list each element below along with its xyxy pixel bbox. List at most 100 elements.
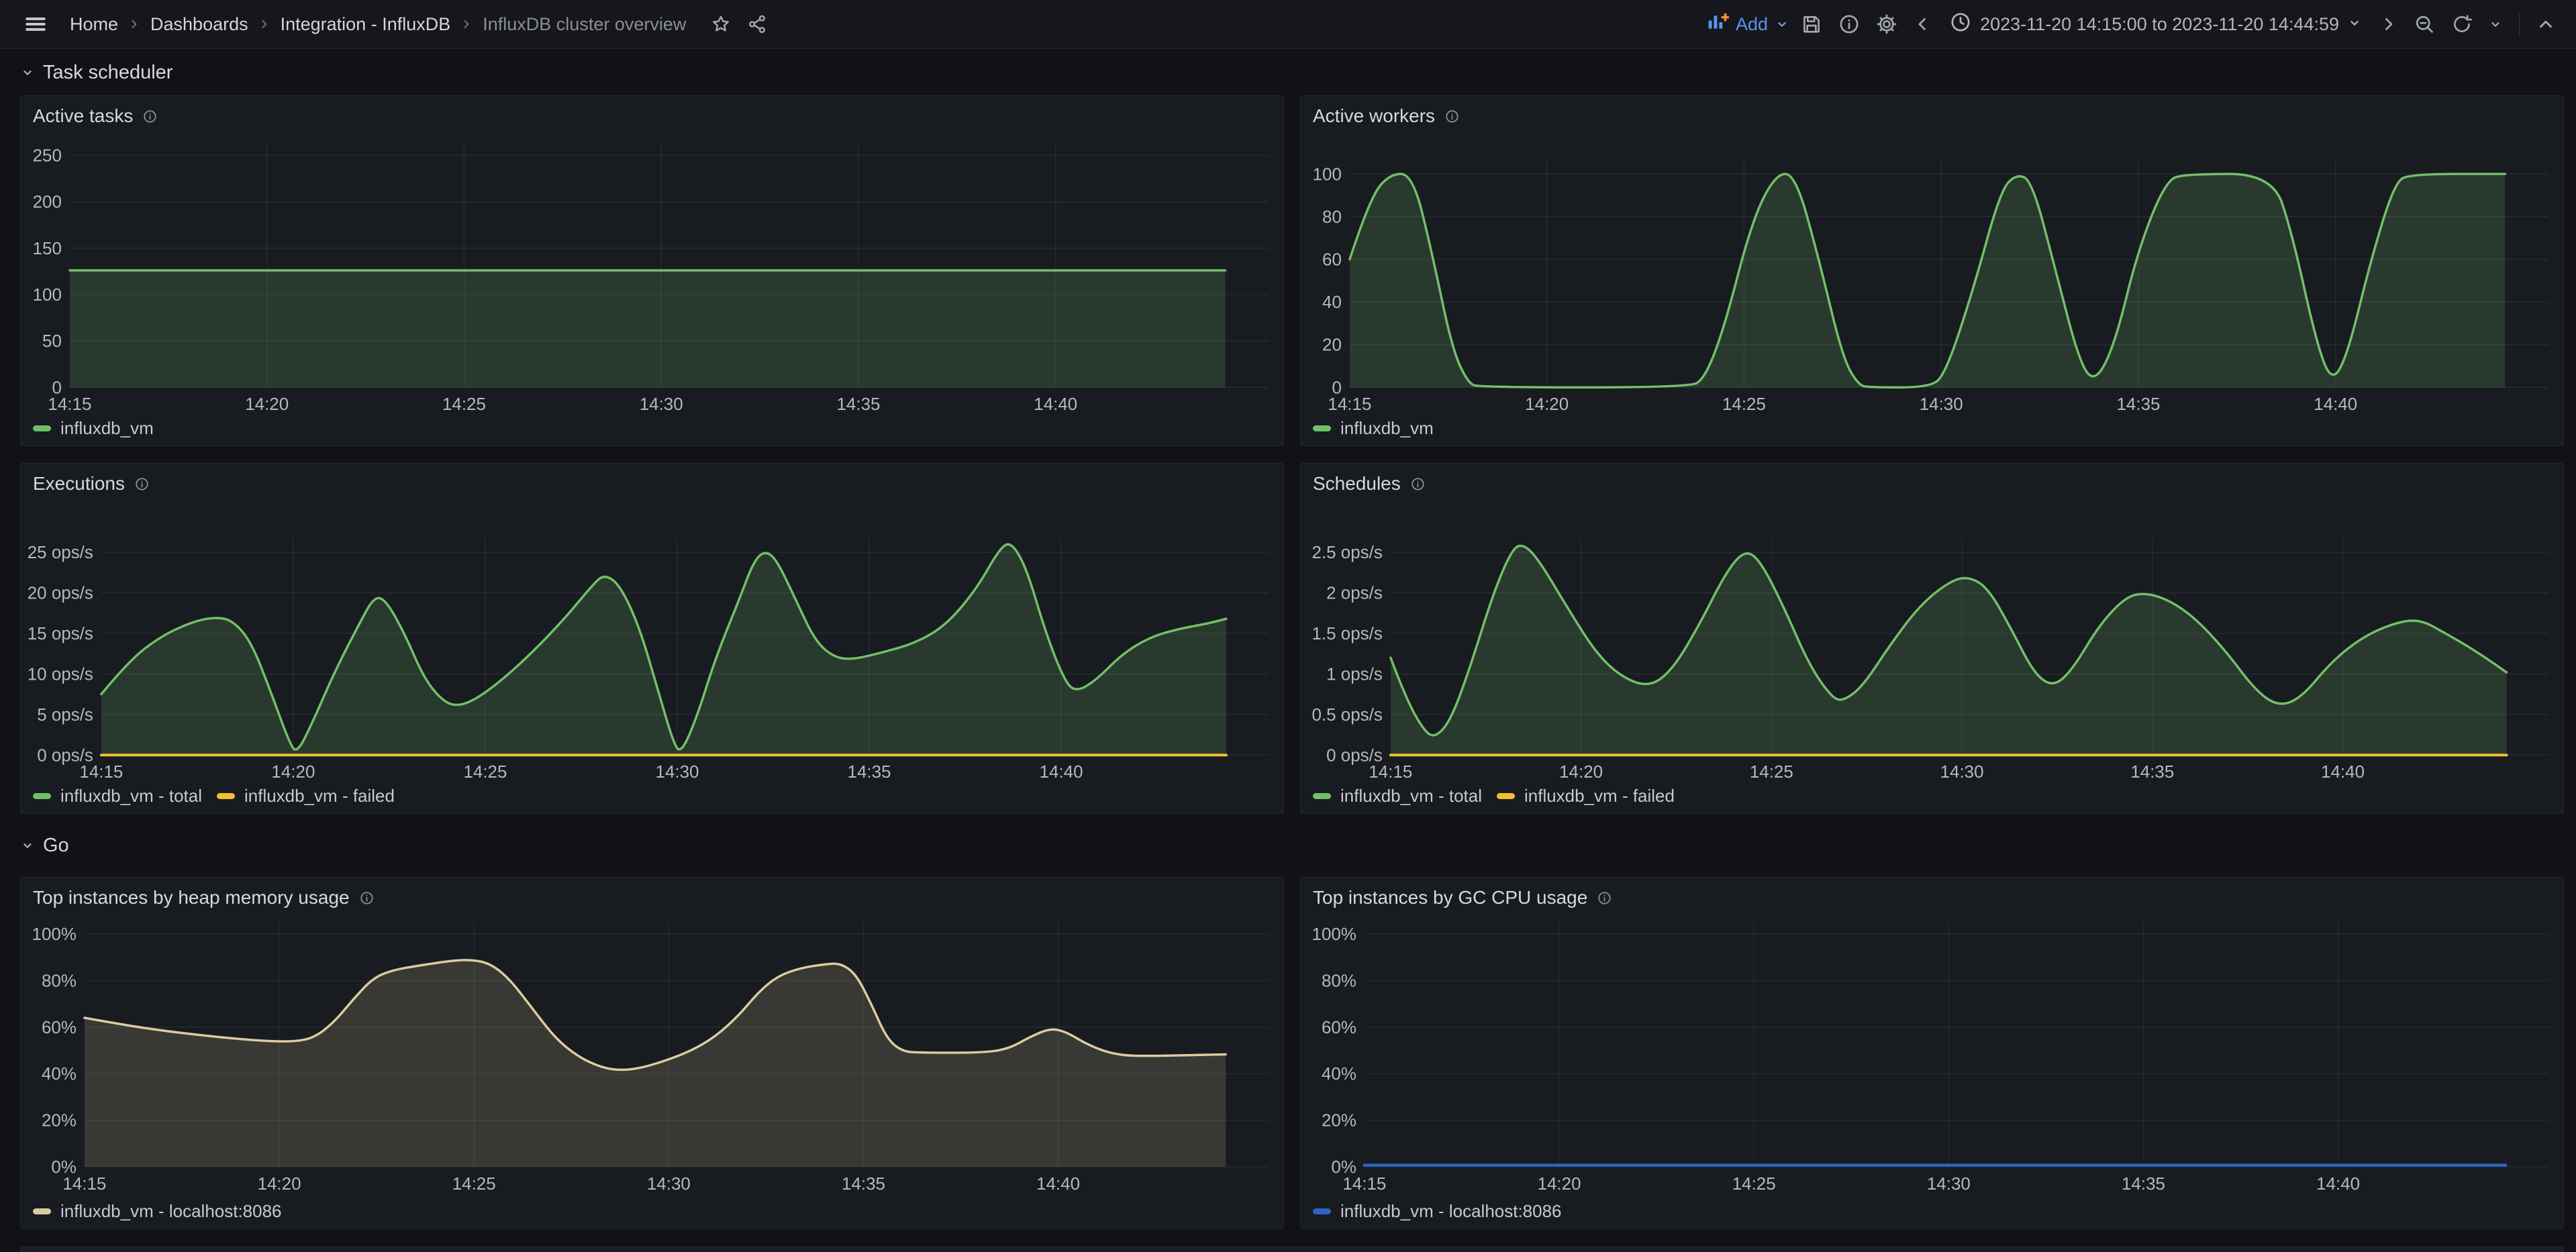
panel-header[interactable]: Schedules (1313, 473, 1426, 494)
svg-text:14:20: 14:20 (245, 395, 289, 414)
info-circle-icon[interactable] (134, 476, 150, 492)
legend-series-marker (1313, 793, 1331, 799)
legend-item[interactable]: influxdb_vm - failed (217, 786, 395, 806)
svg-text:14:30: 14:30 (640, 395, 683, 414)
star-icon[interactable] (706, 9, 736, 39)
svg-text:20%: 20% (1322, 1110, 1356, 1131)
legend-item[interactable]: influxdb_vm - localhost:8086 (1313, 1201, 1562, 1222)
svg-text:14:30: 14:30 (656, 763, 699, 782)
svg-text:14:20: 14:20 (1525, 395, 1569, 414)
legend-series-label: influxdb_vm (1340, 418, 1434, 439)
chevron-right-icon (460, 17, 473, 31)
legend-item[interactable]: influxdb_vm - total (1313, 786, 1482, 806)
chart-canvas[interactable]: 05010015020025014:1514:2014:2514:3014:35… (21, 96, 1283, 446)
menu-icon[interactable] (19, 7, 52, 41)
svg-text:50: 50 (42, 332, 62, 351)
chart-legend: influxdb_vm (33, 418, 154, 439)
top-navbar: Home Dashboards Integration - InfluxDB I… (0, 0, 2576, 49)
panel-row-3: Top instances by heap memory usage 0%20%… (20, 877, 2564, 1229)
svg-text:14:30: 14:30 (647, 1173, 691, 1194)
kiosk-mode-caret-up-icon[interactable] (2532, 10, 2560, 38)
panel-header[interactable]: Executions (33, 473, 150, 494)
svg-text:0: 0 (1332, 378, 1341, 397)
svg-text:14:35: 14:35 (2117, 395, 2161, 414)
time-shift-back-icon[interactable] (1909, 10, 1937, 38)
svg-text:20%: 20% (42, 1110, 77, 1131)
info-circle-icon[interactable] (142, 109, 158, 124)
next-row-panels-edge (20, 1247, 2564, 1252)
legend-item[interactable]: influxdb_vm - localhost:8086 (33, 1201, 282, 1222)
zoom-out-time-icon[interactable] (2409, 9, 2440, 40)
legend-item[interactable]: influxdb_vm (33, 418, 154, 439)
svg-text:20: 20 (1322, 336, 1342, 355)
panel-active-workers: Active workers 02040608010014:1514:2014:… (1300, 95, 2564, 446)
chevron-right-icon (258, 17, 271, 31)
chart-canvas[interactable]: 0%20%40%60%80%100%14:1514:2014:2514:3014… (1301, 878, 2563, 1229)
svg-text:60%: 60% (42, 1017, 77, 1037)
save-dashboard-icon[interactable] (1796, 9, 1827, 40)
svg-text:14:40: 14:40 (1034, 395, 1077, 414)
chart-canvas[interactable]: 0 ops/s0.5 ops/s1 ops/s1.5 ops/s2 ops/s2… (1301, 464, 2563, 813)
svg-text:100%: 100% (32, 924, 77, 944)
breadcrumb-home[interactable]: Home (70, 14, 118, 35)
svg-text:14:25: 14:25 (452, 1173, 496, 1194)
section-go[interactable]: Go (20, 814, 2564, 877)
share-icon[interactable] (742, 9, 772, 39)
chart-legend: influxdb_vm (1313, 418, 1434, 439)
legend-series-marker (1313, 425, 1331, 431)
svg-text:0: 0 (52, 378, 61, 397)
time-range-picker[interactable]: 2023-11-20 14:15:00 to 2023-11-20 14:44:… (1944, 7, 2367, 42)
add-button-label: Add (1736, 14, 1768, 35)
legend-series-label: influxdb_vm (60, 418, 154, 439)
svg-text:14:15: 14:15 (79, 763, 123, 782)
svg-text:0 ops/s: 0 ops/s (1326, 746, 1383, 765)
breadcrumb-dashboards[interactable]: Dashboards (150, 14, 248, 35)
legend-series-marker (217, 793, 235, 799)
svg-text:14:20: 14:20 (258, 1173, 301, 1194)
svg-text:14:40: 14:40 (2321, 763, 2365, 782)
legend-item[interactable]: influxdb_vm - total (33, 786, 202, 806)
chart-legend: influxdb_vm - total influxdb_vm - failed (1313, 786, 1675, 806)
navbar-divider (2519, 13, 2520, 36)
chart-canvas[interactable]: 02040608010014:1514:2014:2514:3014:3514:… (1301, 96, 2563, 446)
svg-text:0 ops/s: 0 ops/s (37, 746, 93, 765)
caret-down-icon (1775, 17, 1789, 32)
chart-legend: influxdb_vm - localhost:8086 (1313, 1201, 1562, 1222)
refresh-icon[interactable] (2446, 9, 2477, 40)
svg-text:15 ops/s: 15 ops/s (28, 625, 93, 643)
legend-series-marker (33, 425, 51, 431)
chevron-right-icon (128, 17, 141, 31)
svg-text:14:30: 14:30 (1927, 1173, 1971, 1194)
section-title: Go (43, 835, 69, 857)
breadcrumb-current-dashboard[interactable]: InfluxDB cluster overview (483, 14, 686, 35)
svg-text:40: 40 (1322, 293, 1342, 312)
legend-item[interactable]: influxdb_vm - failed (1497, 786, 1675, 806)
svg-text:14:15: 14:15 (1342, 1173, 1386, 1194)
dashboard-info-icon[interactable] (1834, 9, 1865, 40)
panel-header[interactable]: Active workers (1313, 105, 1460, 127)
section-task-scheduler[interactable]: Task scheduler (20, 50, 2564, 95)
chart-canvas[interactable]: 0%20%40%60%80%100%14:1514:2014:2514:3014… (21, 878, 1283, 1229)
add-button[interactable]: Add (1706, 11, 1789, 38)
refresh-interval-caret-icon[interactable] (2484, 13, 2507, 36)
time-shift-forward-icon[interactable] (2374, 10, 2402, 38)
info-circle-icon[interactable] (1597, 890, 1612, 906)
svg-text:14:20: 14:20 (1559, 763, 1603, 782)
panel-header[interactable]: Active tasks (33, 105, 158, 127)
panel-header[interactable]: Top instances by heap memory usage (33, 887, 375, 908)
legend-series-marker (33, 1208, 51, 1214)
chart-canvas[interactable]: 0 ops/s5 ops/s10 ops/s15 ops/s20 ops/s25… (21, 464, 1283, 813)
panel-header[interactable]: Top instances by GC CPU usage (1313, 887, 1612, 908)
legend-item[interactable]: influxdb_vm (1313, 418, 1434, 439)
svg-text:14:40: 14:40 (2314, 395, 2357, 414)
breadcrumb-folder[interactable]: Integration - InfluxDB (281, 14, 451, 35)
svg-text:40%: 40% (1322, 1063, 1356, 1084)
svg-text:60: 60 (1322, 251, 1342, 270)
svg-text:14:35: 14:35 (837, 395, 881, 414)
panel-title: Active workers (1313, 105, 1435, 127)
info-circle-icon[interactable] (1410, 476, 1426, 492)
info-circle-icon[interactable] (1444, 109, 1460, 124)
settings-gear-icon[interactable] (1871, 9, 1902, 40)
panel-gc-cpu: Top instances by GC CPU usage 0%20%40%60… (1300, 877, 2564, 1229)
info-circle-icon[interactable] (359, 890, 375, 906)
